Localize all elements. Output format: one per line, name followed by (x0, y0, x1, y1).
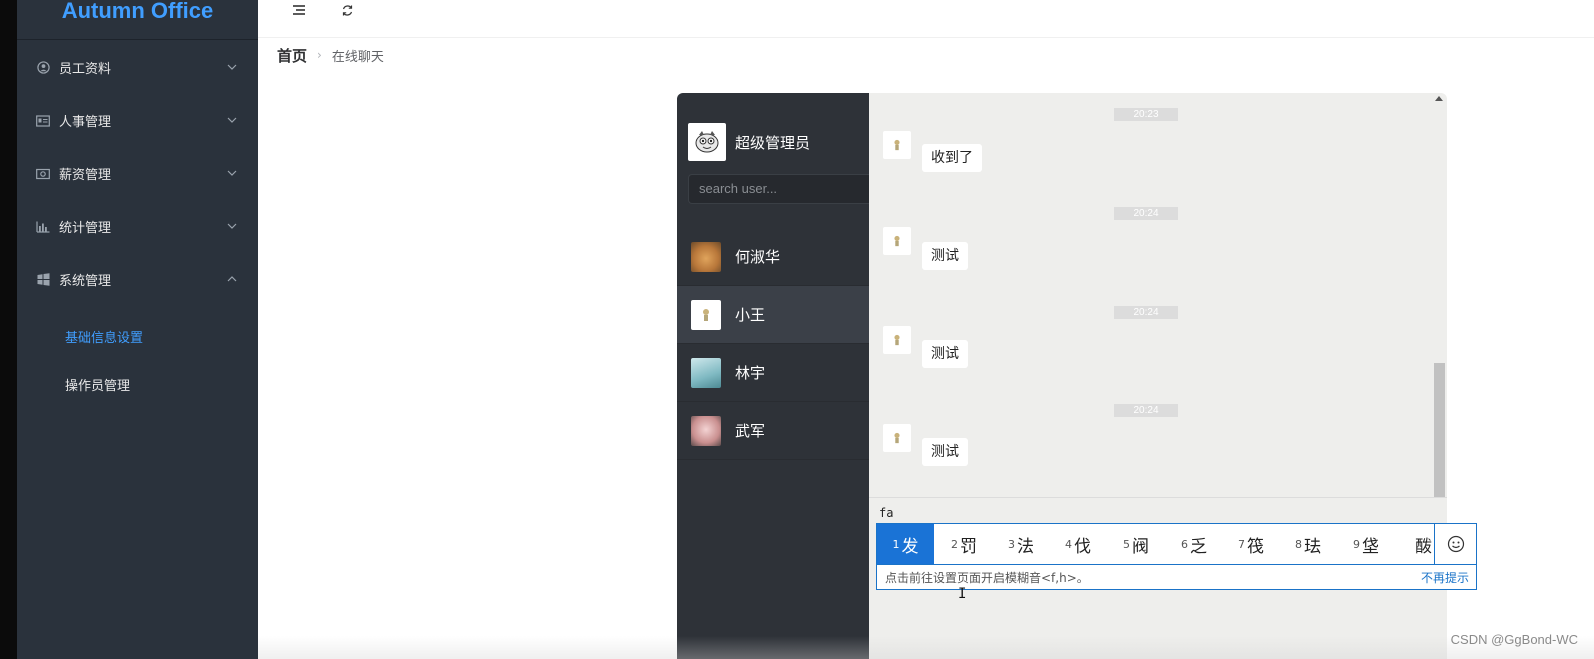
avatar (688, 123, 726, 161)
hamburger-icon[interactable] (288, 0, 310, 20)
chevron-down-icon (226, 114, 238, 126)
ime-candidate[interactable]: 5阀 (1123, 524, 1149, 564)
ime-candidate[interactable]: 8珐 (1295, 524, 1321, 564)
scrollbar-thumb[interactable] (1434, 363, 1445, 497)
chevron-down-icon (226, 61, 238, 73)
bar-chart-icon (36, 220, 50, 234)
breadcrumb: 首页 › 在线聊天 (277, 45, 384, 65)
contact-item[interactable]: 林宇 (677, 344, 869, 402)
contact-name: 小王 (735, 306, 766, 324)
menu-label: 统计管理 (59, 221, 112, 236)
window-edge (0, 0, 17, 659)
message-time: 20:24 (1114, 207, 1178, 220)
avatar (691, 299, 721, 330)
ime-candidate-window: 1发 2罚 3法 4伐 5阀 6乏 7筏 8珐 9垡 酦 点击前往设置页面开启模… (876, 523, 1477, 590)
chevron-down-icon (226, 220, 238, 232)
avatar (883, 424, 911, 452)
message-bubble: 测试 (922, 438, 968, 466)
app-logo: Autumn Office (17, 0, 258, 40)
avatar (883, 227, 911, 255)
ime-candidate[interactable]: 1发 (877, 524, 934, 564)
search-input[interactable]: search user... (688, 174, 869, 204)
contact-item[interactable]: 何淑华 (677, 228, 869, 286)
menu-statistics[interactable]: 统计管理 (17, 200, 258, 253)
avatar (691, 357, 721, 388)
sidebar: Autumn Office 员工资料 人事管理 薪资管理 统计管理 系统管理 基… (17, 0, 258, 659)
ime-candidate[interactable]: 4伐 (1065, 524, 1091, 564)
contact-item[interactable]: 小王 (677, 286, 869, 344)
topbar (258, 0, 1594, 38)
message-time: 20:23 (1114, 108, 1178, 121)
chevron-up-icon (226, 273, 238, 285)
message-time: 20:24 (1114, 306, 1178, 319)
menu-label: 人事管理 (59, 115, 112, 130)
windows-icon (36, 273, 50, 287)
ime-candidate[interactable]: 3法 (1008, 524, 1034, 564)
ime-candidate[interactable]: 6乏 (1181, 524, 1207, 564)
breadcrumb-home[interactable]: 首页 (277, 45, 307, 66)
scroll-up-arrow-icon[interactable] (1435, 96, 1443, 101)
breadcrumb-current: 在线聊天 (331, 49, 384, 65)
id-card-icon (36, 114, 50, 128)
avatar (883, 326, 911, 354)
menu-hr[interactable]: 人事管理 (17, 94, 258, 147)
ime-candidate[interactable]: 9垡 (1353, 524, 1379, 564)
ime-hint[interactable]: 点击前往设置页面开启模糊音<f,h>。 (885, 569, 1089, 586)
chevron-down-icon (226, 167, 238, 179)
ime-dismiss-link[interactable]: 不再提示 (1421, 569, 1469, 586)
current-user: 超级管理员 (688, 123, 810, 161)
refresh-icon[interactable] (336, 0, 358, 20)
user-circle-icon (36, 61, 50, 75)
breadcrumb-separator-icon: › (317, 48, 322, 62)
ime-candidate-row: 1发 2罚 3法 4伐 5阀 6乏 7筏 8珐 9垡 酦 (877, 524, 1476, 565)
menu-label: 薪资管理 (59, 168, 112, 183)
avatar (691, 241, 721, 272)
message-bubble: 测试 (922, 340, 968, 368)
message-time: 20:24 (1114, 404, 1178, 417)
contact-name: 武军 (735, 422, 766, 440)
menu-salary[interactable]: 薪资管理 (17, 147, 258, 200)
watermark: CSDN @GgBond-WC (1450, 632, 1578, 647)
message-bubble: 测试 (922, 242, 968, 270)
submenu-basic-info-settings[interactable]: 基础信息设置 (17, 312, 258, 360)
ime-candidate[interactable]: 2罚 (951, 524, 977, 564)
ime-candidate[interactable]: 7筏 (1238, 524, 1264, 564)
avatar (691, 415, 721, 446)
submenu-operator-management[interactable]: 操作员管理 (17, 360, 258, 408)
menu-label: 员工资料 (59, 62, 112, 77)
menu-system[interactable]: 系统管理 (17, 253, 258, 306)
money-icon (36, 167, 50, 181)
contact-item[interactable]: 武军 (677, 402, 869, 460)
text-cursor-icon: I (958, 586, 967, 602)
message-bubble: 收到了 (922, 144, 982, 172)
chat-sidebar: 超级管理员 search user... 何淑华 小王 林宇 武军 (677, 93, 869, 659)
current-user-name: 超级管理员 (735, 133, 811, 152)
message-list: 20:23 收到了 20:24 测试 20:24 测试 20:24 测试 (869, 93, 1447, 497)
contact-name: 林宇 (735, 364, 766, 382)
typed-text: fa (879, 506, 894, 520)
ime-candidate[interactable]: 酦 (1413, 524, 1432, 564)
contact-name: 何淑华 (735, 248, 781, 266)
smiley-icon[interactable] (1434, 524, 1476, 564)
menu-employee-info[interactable]: 员工资料 (17, 41, 258, 94)
avatar (883, 131, 911, 159)
menu-label: 系统管理 (59, 274, 112, 289)
